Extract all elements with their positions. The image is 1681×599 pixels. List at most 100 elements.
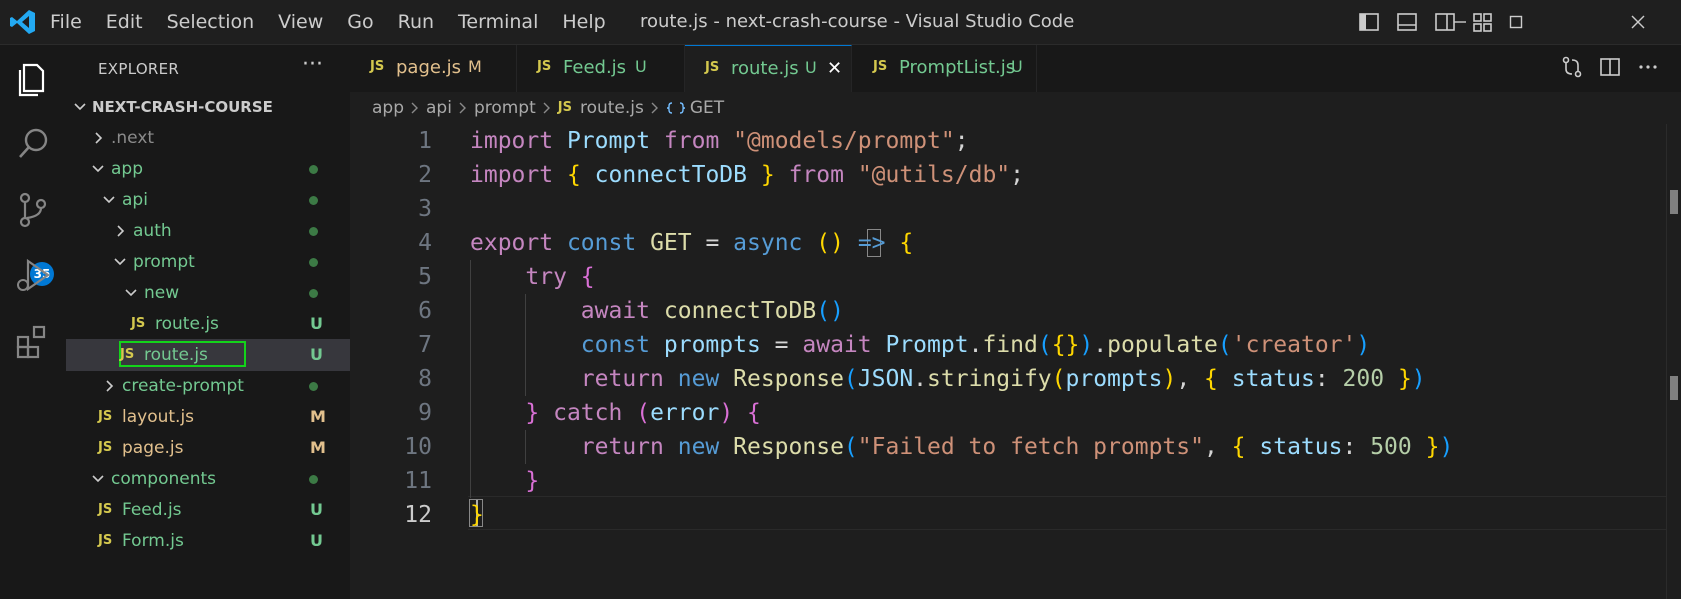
- tab-status: U: [805, 58, 817, 77]
- menu-terminal[interactable]: Terminal: [458, 11, 538, 33]
- js-file-icon: JS: [98, 533, 113, 548]
- more-actions-icon[interactable]: [1636, 55, 1660, 79]
- toggle-panel-icon[interactable]: [1396, 11, 1418, 33]
- compare-changes-icon[interactable]: [1560, 55, 1584, 79]
- more-actions-icon[interactable]: ···: [302, 52, 323, 77]
- source-control-icon[interactable]: [12, 189, 54, 231]
- run-debug-icon[interactable]: [12, 255, 54, 297]
- breadcrumb-item[interactable]: prompt: [474, 92, 536, 124]
- menu-help[interactable]: Help: [562, 11, 605, 33]
- workspace-name: NEXT-CRASH-COURSE: [92, 98, 273, 116]
- chevron-down-icon: [114, 258, 126, 266]
- tree-item-form-js[interactable]: JS Form.js U: [66, 525, 350, 557]
- tree-item-api[interactable]: api: [66, 184, 350, 216]
- git-status-dot: [309, 227, 318, 236]
- line-number: 6: [418, 298, 432, 324]
- menu-edit[interactable]: Edit: [106, 11, 143, 33]
- breadcrumb-item[interactable]: api: [426, 92, 452, 124]
- tree-item-components[interactable]: components: [66, 463, 350, 495]
- search-icon[interactable]: [12, 123, 54, 165]
- tree-item-prompt[interactable]: prompt: [66, 246, 350, 278]
- code-line: import Prompt from "@models/prompt";: [470, 128, 969, 154]
- js-file-icon: JS: [98, 502, 113, 517]
- tab-feed-js[interactable]: JS Feed.js U: [517, 45, 685, 92]
- tree-item-label: api: [122, 190, 148, 210]
- line-number: 11: [404, 468, 432, 494]
- tree-item-create-prompt[interactable]: create-prompt: [66, 370, 350, 402]
- chevron-right-icon: [459, 102, 466, 114]
- breadcrumb-symbol[interactable]: GET: [690, 92, 724, 124]
- line-number: 7: [418, 332, 432, 358]
- explorer-header: EXPLORER: [98, 60, 180, 78]
- breadcrumb: app api prompt JS route.js GET: [372, 92, 724, 124]
- chevron-down-icon: [125, 289, 137, 297]
- tab-promptlist-js[interactable]: JS PromptList.js U: [853, 45, 1037, 92]
- tree-item-label: components: [111, 469, 217, 489]
- tree-item-label: route.js: [144, 345, 208, 365]
- breadcrumb-file[interactable]: route.js: [580, 92, 644, 124]
- tree-item-new-route-js[interactable]: JS route.js U: [66, 308, 350, 340]
- menu-go[interactable]: Go: [347, 11, 373, 33]
- code-line: import { connectToDB } from "@utils/db";: [470, 162, 1025, 188]
- tree-item-auth[interactable]: auth: [66, 215, 350, 247]
- tree-item-prompt-route-js[interactable]: JS route.js U: [66, 339, 350, 371]
- tree-item-label: new: [144, 283, 180, 303]
- menu-file[interactable]: File: [50, 11, 82, 33]
- title-bar: File Edit Selection View Go Run Terminal…: [0, 0, 1681, 45]
- menu-view[interactable]: View: [278, 11, 323, 33]
- vscode-logo-icon: [10, 10, 35, 34]
- code-line: }: [470, 502, 484, 528]
- tab-status: U: [1011, 57, 1023, 76]
- tree-item-next[interactable]: .next: [66, 122, 350, 154]
- split-editor-icon[interactable]: [1598, 55, 1622, 79]
- close-tab-icon[interactable]: ✕: [827, 58, 842, 79]
- git-status-dot: [309, 165, 318, 174]
- tab-route-js[interactable]: JS route.js U ✕: [685, 45, 852, 92]
- menu-run[interactable]: Run: [398, 11, 434, 33]
- chevron-right-icon: [117, 225, 125, 237]
- menu-bar: File Edit Selection View Go Run Terminal…: [50, 0, 630, 44]
- line-number: 2: [418, 162, 432, 188]
- code-editor[interactable]: 1 2 3 4 5 6 7 8 9 10 11 12 import Prompt…: [350, 124, 1666, 599]
- chevron-down-icon: [92, 475, 104, 483]
- tab-label: Feed.js: [563, 57, 627, 78]
- line-number: 4: [418, 230, 432, 256]
- window-title: route.js - next-crash-course - Visual St…: [640, 11, 1075, 32]
- chevron-down-icon: [92, 165, 104, 173]
- chevron-right-icon: [543, 102, 550, 114]
- line-number: 10: [404, 434, 432, 460]
- breadcrumb-item[interactable]: app: [372, 92, 404, 124]
- tree-item-label: page.js: [122, 438, 184, 458]
- tree-item-label: prompt: [133, 252, 195, 272]
- tree-item-label: layout.js: [122, 407, 195, 427]
- line-number: 8: [418, 366, 432, 392]
- git-status-untracked: U: [310, 345, 323, 364]
- tree-item-label: Form.js: [122, 531, 184, 551]
- explorer-icon[interactable]: [12, 57, 54, 99]
- chevron-right-icon: [411, 102, 418, 114]
- tree-item-feed-js[interactable]: JS Feed.js U: [66, 494, 350, 526]
- tab-label: PromptList.js: [899, 57, 1016, 78]
- minimize-button[interactable]: [1432, 0, 1488, 44]
- extensions-icon[interactable]: [12, 321, 54, 363]
- maximize-button[interactable]: [1488, 0, 1544, 44]
- menu-selection[interactable]: Selection: [167, 11, 255, 33]
- tree-root[interactable]: NEXT-CRASH-COURSE: [66, 91, 350, 123]
- toggle-primary-sidebar-icon[interactable]: [1358, 11, 1380, 33]
- line-number: 9: [418, 400, 432, 426]
- chevron-right-icon: [651, 102, 658, 114]
- js-file-icon: JS: [537, 59, 552, 74]
- tree-item-new[interactable]: new: [66, 277, 350, 309]
- git-status-dot: [309, 258, 318, 267]
- tree-item-label: route.js: [155, 314, 219, 334]
- tree-item-page-js[interactable]: JS page.js M: [66, 432, 350, 464]
- tree-item-label: auth: [133, 221, 172, 241]
- tree-item-app[interactable]: app: [66, 153, 350, 185]
- editor-actions: [1560, 55, 1674, 79]
- symbol-icon: [666, 102, 685, 114]
- tree-item-layout-js[interactable]: JS layout.js M: [66, 401, 350, 433]
- current-line-highlight: [468, 496, 1666, 530]
- tab-page-js[interactable]: JS page.js M: [350, 45, 517, 92]
- chevron-right-icon: [95, 132, 103, 144]
- close-window-button[interactable]: [1610, 0, 1666, 44]
